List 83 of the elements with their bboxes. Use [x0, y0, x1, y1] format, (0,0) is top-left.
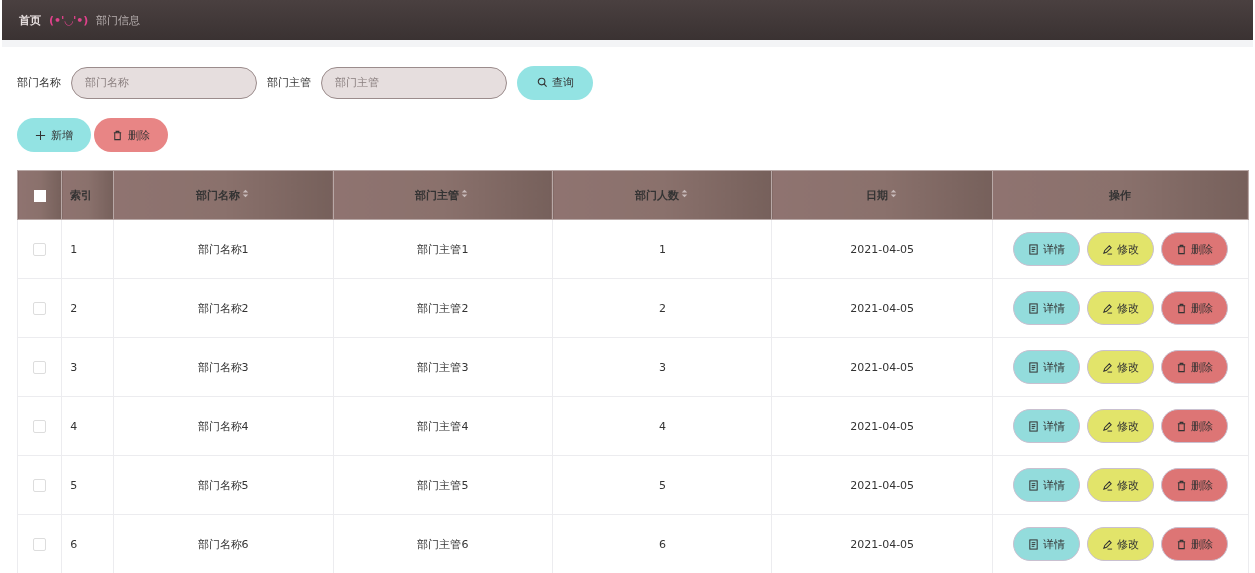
table-cell: 部门主管5: [333, 455, 553, 515]
field-label: 部门主管: [267, 75, 311, 90]
table-cell: 部门主管3: [333, 337, 553, 397]
detail-button[interactable]: 详情: [1012, 409, 1080, 443]
table-cell: 部门主管4: [333, 396, 553, 456]
table-cell: 4: [552, 396, 772, 456]
trash-icon: [112, 129, 123, 141]
table-cell: 5: [552, 455, 772, 515]
pencil-icon: [1101, 479, 1113, 491]
breadcrumb-home[interactable]: 首页: [19, 12, 41, 28]
delete-button[interactable]: 删除: [94, 118, 168, 152]
table-cell: 5: [61, 455, 114, 515]
table-cell: 2021-04-05: [771, 219, 993, 279]
document-icon: [1027, 361, 1039, 373]
document-icon: [1027, 538, 1039, 550]
column-header: 索引: [61, 170, 114, 220]
document-icon: [1027, 420, 1039, 432]
table-cell: 2021-04-05: [771, 396, 993, 456]
delete-button[interactable]: 删除: [1160, 468, 1228, 502]
edit-button[interactable]: 修改: [1086, 409, 1154, 443]
document-icon: [1027, 243, 1039, 255]
table-cell: 2: [552, 278, 772, 338]
plus-icon: [35, 129, 46, 141]
trash-icon: [1175, 361, 1187, 373]
table-cell: 部门名称4: [113, 396, 333, 456]
row-checkbox[interactable]: [33, 360, 47, 374]
delete-button[interactable]: 删除: [1160, 232, 1228, 266]
delete-button[interactable]: 删除: [1160, 527, 1228, 561]
table-cell: 部门名称3: [113, 337, 333, 397]
search-field[interactable]: 部门名称: [71, 66, 257, 99]
table-cell: 部门名称1: [113, 219, 333, 279]
search-button[interactable]: 查询: [517, 65, 593, 100]
trash-icon: [1175, 420, 1187, 432]
table-cell: 2021-04-05: [771, 278, 993, 338]
table-cell: 部门名称2: [113, 278, 333, 338]
column-header: 操作: [992, 170, 1249, 220]
edit-button[interactable]: 修改: [1086, 468, 1154, 502]
trash-icon: [1175, 243, 1187, 255]
delete-button[interactable]: 删除: [1160, 291, 1228, 325]
search-field[interactable]: 部门主管: [321, 66, 507, 99]
table-cell: 2: [61, 278, 114, 338]
delete-button[interactable]: 删除: [1160, 409, 1228, 443]
edit-button[interactable]: 修改: [1086, 350, 1154, 384]
edit-button[interactable]: 修改: [1086, 527, 1154, 561]
table-cell: 部门主管2: [333, 278, 553, 338]
row-checkbox[interactable]: [33, 537, 47, 551]
trash-icon: [1175, 479, 1187, 491]
table-cell: 2021-04-05: [771, 337, 993, 397]
row-checkbox[interactable]: [33, 478, 47, 492]
search-icon: [536, 77, 548, 88]
detail-button[interactable]: 详情: [1012, 468, 1080, 502]
delete-button[interactable]: 删除: [1160, 350, 1228, 384]
add-button[interactable]: 新增: [17, 118, 91, 152]
trash-icon: [1175, 302, 1187, 314]
pencil-icon: [1101, 361, 1113, 373]
breadcrumb-current: 部门信息: [96, 12, 141, 28]
table-cell: 4: [61, 396, 114, 456]
edit-button[interactable]: 修改: [1086, 232, 1154, 266]
table-cell: 3: [61, 337, 114, 397]
pencil-icon: [1101, 243, 1113, 255]
select-all-checkbox[interactable]: [33, 189, 46, 202]
document-icon: [1027, 479, 1039, 491]
field-label: 部门名称: [17, 75, 61, 90]
trash-icon: [1175, 538, 1187, 550]
emoticon-text: (•'◡'•): [49, 13, 89, 27]
table-cell: 2021-04-05: [771, 455, 993, 515]
detail-button[interactable]: 详情: [1012, 350, 1080, 384]
table-cell: 1: [552, 219, 772, 279]
table-cell: 部门名称5: [113, 455, 333, 515]
row-checkbox[interactable]: [33, 301, 47, 315]
detail-button[interactable]: 详情: [1012, 291, 1080, 325]
edit-button[interactable]: 修改: [1086, 291, 1154, 325]
table-cell: 1: [61, 219, 114, 279]
document-icon: [1027, 302, 1039, 314]
detail-button[interactable]: 详情: [1012, 527, 1080, 561]
pencil-icon: [1101, 302, 1113, 314]
table-cell: 3: [552, 337, 772, 397]
pencil-icon: [1101, 538, 1113, 550]
row-checkbox[interactable]: [33, 242, 47, 256]
pencil-icon: [1101, 420, 1113, 432]
table-cell: 部门主管1: [333, 219, 553, 279]
detail-button[interactable]: 详情: [1012, 232, 1080, 266]
row-checkbox[interactable]: [33, 419, 47, 433]
